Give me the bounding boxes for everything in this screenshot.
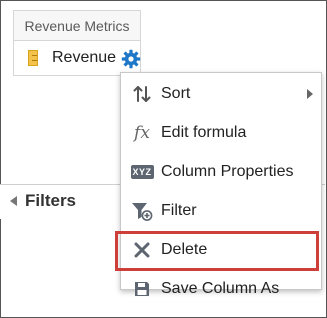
revenue-label: Revenue [52, 49, 117, 66]
column-context-menu: Sort fx Edit formula XYZ Column Properti… [115, 72, 322, 297]
column-cell-revenue[interactable]: Revenue [13, 40, 141, 76]
measure-column-icon [28, 50, 38, 66]
menu-item-column-properties[interactable]: XYZ Column Properties [121, 153, 321, 191]
menu-item-label: Column Properties [161, 163, 294, 180]
column-header-revenue-metrics[interactable]: Revenue Metrics [13, 10, 141, 40]
menu-item-sort[interactable]: Sort [121, 75, 321, 113]
sort-icon [131, 84, 153, 104]
xyz-badge: XYZ [130, 165, 154, 179]
menu-item-label: Sort [161, 85, 191, 102]
save-icon [131, 279, 153, 299]
menu-item-delete[interactable]: Delete [115, 231, 321, 271]
menu-item-label: Edit formula [161, 124, 247, 141]
menu-item-save-column-as[interactable]: Save Column As [121, 270, 321, 308]
menu-item-label: Delete [161, 241, 208, 258]
filters-title: Filters [25, 191, 77, 210]
fx-icon: fx [134, 123, 150, 143]
column-header-label: Revenue Metrics [24, 17, 130, 34]
menu-item-edit-formula[interactable]: fx Edit formula [121, 114, 321, 152]
submenu-arrow-icon [307, 89, 313, 99]
delete-x-icon [131, 240, 153, 260]
filter-add-icon [131, 201, 153, 221]
menu-item-label: Save Column As [161, 280, 280, 297]
gear-icon[interactable] [121, 49, 141, 69]
column-properties-icon: XYZ [130, 162, 154, 182]
menu-item-filter[interactable]: Filter [121, 192, 321, 230]
menu-item-label: Filter [161, 202, 197, 219]
collapse-triangle-icon[interactable] [10, 196, 17, 206]
